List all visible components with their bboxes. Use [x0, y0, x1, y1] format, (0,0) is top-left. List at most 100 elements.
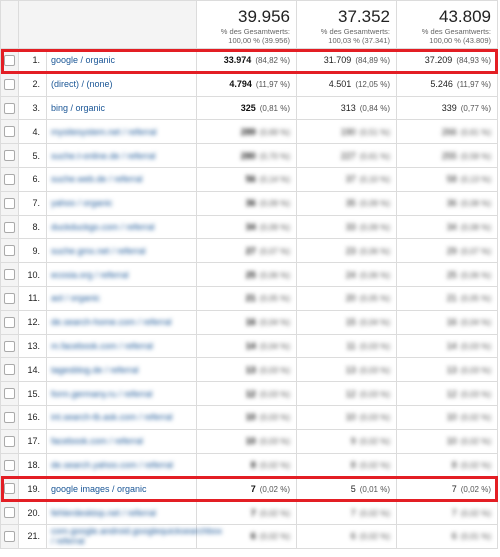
- source-medium-cell[interactable]: fehlerdesktop.net / referral: [46, 500, 197, 525]
- row-checkbox-cell[interactable]: [0, 262, 19, 287]
- table-row[interactable]: 14. tagesblog.de / referral 13 (0,03 %) 13 (0…: [0, 357, 498, 383]
- source-medium-cell[interactable]: m.facebook.com / referral: [46, 333, 197, 359]
- row-checkbox-cell[interactable]: [0, 500, 19, 525]
- source-medium-link[interactable]: fehlerdesktop.net / referral: [51, 508, 156, 518]
- source-medium-cell[interactable]: aol / organic: [46, 285, 197, 311]
- source-medium-cell[interactable]: form.germany.ru / referral: [46, 381, 197, 406]
- source-medium-link[interactable]: form.germany.ru / referral: [51, 389, 152, 399]
- row-checkbox[interactable]: [4, 530, 15, 542]
- source-medium-link[interactable]: google / organic: [51, 55, 115, 65]
- row-checkbox-cell[interactable]: [0, 285, 19, 311]
- row-checkbox[interactable]: [4, 316, 15, 328]
- row-checkbox[interactable]: [4, 197, 15, 209]
- source-medium-cell[interactable]: de.search.yahoo.com / referral: [46, 452, 197, 478]
- table-row[interactable]: 6. suche.web.de / referral 56 (0,14 %) 37 (0,…: [0, 166, 498, 192]
- row-checkbox-cell[interactable]: [0, 381, 19, 406]
- row-checkbox-cell[interactable]: [0, 333, 19, 359]
- source-medium-cell[interactable]: facebook.com / referral: [46, 428, 197, 454]
- row-checkbox[interactable]: [4, 507, 15, 519]
- source-medium-link[interactable]: suche.t-online.de / referral: [51, 151, 156, 161]
- source-medium-cell[interactable]: int.search-tb.ask.com / referral: [46, 404, 197, 430]
- table-row[interactable]: 18. de.search.yahoo.com / referral 8 (0,02 …: [0, 452, 498, 478]
- source-medium-cell[interactable]: bing / organic: [46, 95, 197, 121]
- source-medium-cell[interactable]: de.search-home.com / referral: [46, 309, 197, 335]
- source-medium-cell[interactable]: google images / organic: [46, 476, 197, 502]
- source-medium-cell[interactable]: mysitesystem.net / referral: [46, 119, 197, 145]
- source-medium-link[interactable]: aol / organic: [51, 293, 100, 303]
- table-row[interactable]: 11. aol / organic 21 (0,05 %) 20 (0,05 %) 21 (0…: [0, 285, 498, 311]
- table-row[interactable]: 4. mysitesystem.net / referral 289 (0,69 %)…: [0, 119, 498, 145]
- row-checkbox-cell[interactable]: [0, 166, 19, 192]
- source-medium-link[interactable]: duckduckgo.com / referral: [51, 222, 155, 232]
- table-row[interactable]: 2. (direct) / (none) 4.794 (11,97 %) 4.501 (1…: [0, 71, 498, 97]
- row-checkbox[interactable]: [4, 102, 15, 114]
- table-row[interactable]: 7. yahoo / organic 36 (0,09 %) 35 (0,09 %) 36(…: [0, 190, 498, 216]
- source-medium-link[interactable]: yahoo / organic: [51, 198, 113, 208]
- row-checkbox[interactable]: [4, 292, 15, 304]
- row-checkbox-cell[interactable]: [0, 357, 19, 383]
- source-medium-link[interactable]: de.search-home.com / referral: [51, 317, 172, 327]
- table-row[interactable]: 8. duckduckgo.com / referral 34 (0,09 %) 33(…: [0, 214, 498, 240]
- row-checkbox-cell[interactable]: [0, 143, 19, 168]
- row-checkbox-cell[interactable]: [0, 119, 19, 145]
- row-checkbox[interactable]: [4, 364, 15, 376]
- table-row[interactable]: 15. form.germany.ru / referral 12 (0,03 %) 1…: [0, 381, 498, 406]
- source-medium-cell[interactable]: (direct) / (none): [46, 71, 197, 97]
- source-medium-cell[interactable]: suche.web.de / referral: [46, 166, 197, 192]
- source-medium-link[interactable]: ecosia.org / referral: [51, 270, 129, 280]
- row-checkbox-cell[interactable]: [0, 238, 19, 264]
- row-checkbox-cell[interactable]: [0, 95, 19, 121]
- row-checkbox-cell[interactable]: [0, 523, 19, 549]
- source-medium-cell[interactable]: suche.t-online.de / referral: [46, 143, 197, 168]
- table-row[interactable]: 21. com.google.android.googlequicksearchb…: [0, 523, 498, 549]
- source-medium-link[interactable]: int.search-tb.ask.com / referral: [51, 412, 173, 422]
- table-row[interactable]: 19. google images / organic 7 (0,02 %) 5 (0,0…: [0, 476, 498, 502]
- table-row[interactable]: 5. suche.t-online.de / referral 280 (0,70 %…: [0, 143, 498, 168]
- row-checkbox-cell[interactable]: [0, 190, 19, 216]
- source-medium-link[interactable]: (direct) / (none): [51, 79, 113, 89]
- source-medium-cell[interactable]: google / organic: [46, 48, 197, 73]
- table-row[interactable]: 17. facebook.com / referral 10 (0,03 %) 9 (0,…: [0, 428, 498, 454]
- row-checkbox-cell[interactable]: [0, 71, 19, 97]
- table-row[interactable]: 3. bing / organic 325 (0,81 %) 313 (0,84 %) 33…: [0, 95, 498, 121]
- source-medium-link[interactable]: de.search.yahoo.com / referral: [51, 460, 173, 470]
- source-medium-link[interactable]: suche.gmx.net / referral: [51, 246, 146, 256]
- row-checkbox[interactable]: [4, 173, 15, 185]
- source-medium-link[interactable]: facebook.com / referral: [51, 436, 143, 446]
- row-checkbox[interactable]: [4, 54, 15, 66]
- source-medium-cell[interactable]: com.google.android.googlequicksearchbox …: [46, 523, 222, 549]
- table-row[interactable]: 12. de.search-home.com / referral 16 (0,04 …: [0, 309, 498, 335]
- row-checkbox-cell[interactable]: [0, 309, 19, 335]
- source-medium-cell[interactable]: duckduckgo.com / referral: [46, 214, 197, 240]
- row-checkbox[interactable]: [4, 78, 15, 90]
- source-medium-link[interactable]: bing / organic: [51, 103, 105, 113]
- row-checkbox-cell[interactable]: [0, 404, 19, 430]
- row-checkbox[interactable]: [4, 340, 15, 352]
- row-checkbox[interactable]: [4, 126, 15, 138]
- table-row[interactable]: 20. fehlerdesktop.net / referral 7 (0,02 %)…: [0, 500, 498, 525]
- row-checkbox-cell[interactable]: [0, 428, 19, 454]
- table-row[interactable]: 10. ecosia.org / referral 25 (0,06 %) 24 (0,0…: [0, 262, 498, 287]
- row-checkbox-cell[interactable]: [0, 48, 19, 73]
- row-checkbox-cell[interactable]: [0, 214, 19, 240]
- row-checkbox[interactable]: [4, 459, 15, 471]
- source-medium-link[interactable]: tagesblog.de / referral: [51, 365, 139, 375]
- source-medium-cell[interactable]: yahoo / organic: [46, 190, 197, 216]
- row-checkbox[interactable]: [4, 388, 15, 400]
- row-checkbox-cell[interactable]: [0, 452, 19, 478]
- table-row[interactable]: 16. int.search-tb.ask.com / referral 10 (0,…: [0, 404, 498, 430]
- source-medium-cell[interactable]: tagesblog.de / referral: [46, 357, 197, 383]
- row-checkbox[interactable]: [4, 150, 15, 162]
- table-row[interactable]: 9. suche.gmx.net / referral 27 (0,07 %) 23 (0…: [0, 238, 498, 264]
- source-medium-link[interactable]: google images / organic: [51, 484, 147, 494]
- source-medium-cell[interactable]: ecosia.org / referral: [46, 262, 197, 287]
- row-checkbox[interactable]: [4, 435, 15, 447]
- row-checkbox[interactable]: [4, 483, 15, 495]
- source-medium-link[interactable]: mysitesystem.net / referral: [51, 127, 157, 137]
- row-checkbox[interactable]: [4, 269, 15, 281]
- row-checkbox[interactable]: [4, 411, 15, 423]
- row-checkbox-cell[interactable]: [0, 476, 19, 502]
- source-medium-cell[interactable]: suche.gmx.net / referral: [46, 238, 197, 264]
- row-checkbox[interactable]: [4, 245, 15, 257]
- source-medium-link[interactable]: m.facebook.com / referral: [51, 341, 153, 351]
